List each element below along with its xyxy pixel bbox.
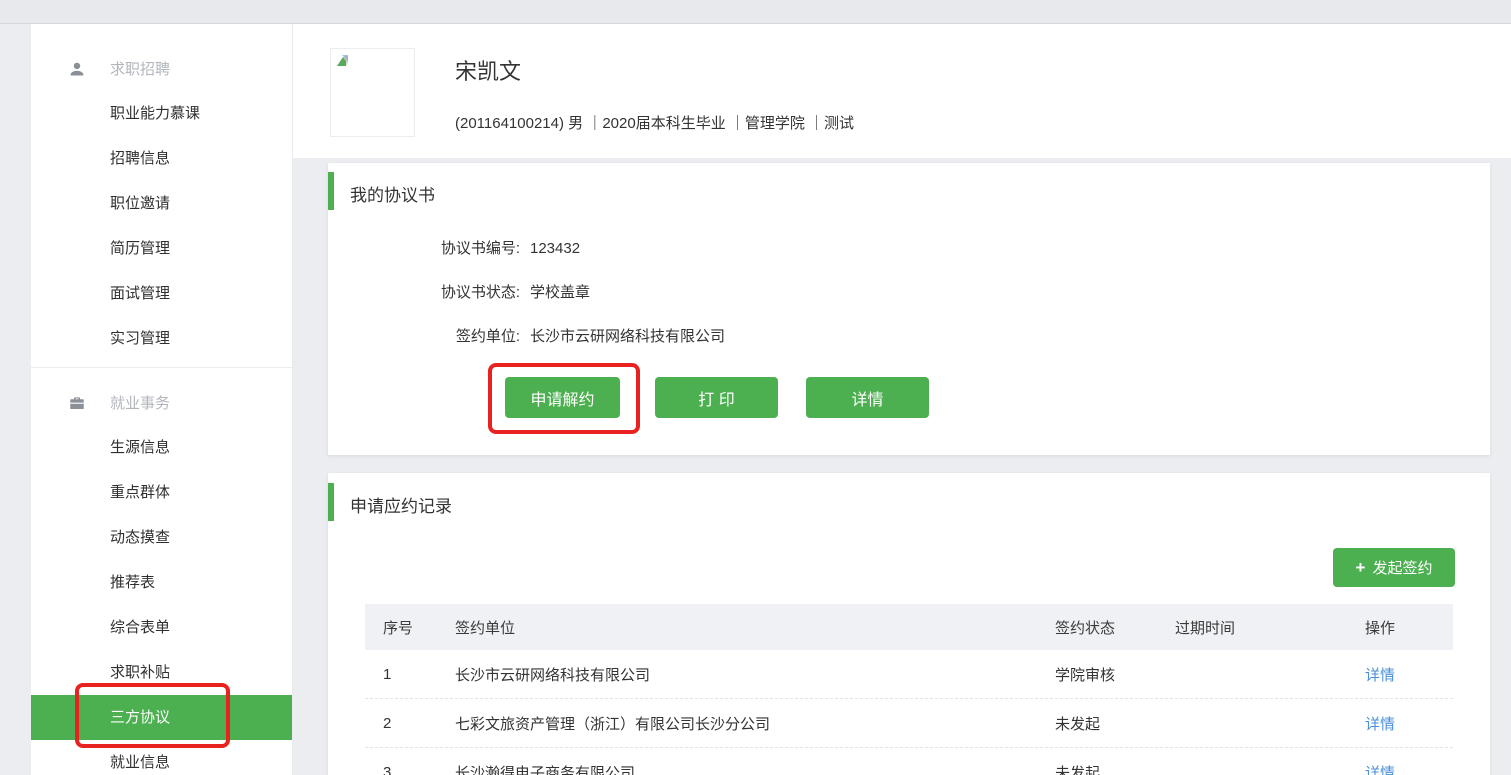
card-title: 申请应约记录 [350, 492, 452, 517]
card-accent-bar [328, 483, 334, 521]
sidebar-item-recruit-info[interactable]: 招聘信息 [31, 136, 292, 181]
sidebar-item-comprehensive-forms[interactable]: 综合表单 [31, 605, 292, 650]
sidebar-section-header: 就业事务 [31, 380, 292, 425]
my-agreement-card: 我的协议书 协议书编号: 123432 协议书状态: 学校盖章 签约单位: 长沙… [328, 163, 1490, 455]
sidebar-item-resume[interactable]: 简历管理 [31, 226, 292, 271]
avatar [330, 48, 415, 137]
header-company: 签约单位 [437, 617, 1040, 638]
header-status: 签约状态 [1040, 617, 1160, 638]
detail-button[interactable]: 详情 [806, 377, 929, 418]
table-row: 1 长沙市云研网络科技有限公司 学院审核 详情 [365, 650, 1453, 699]
field-agreement-status: 协议书状态: 学校盖章 [328, 283, 590, 303]
top-strip [0, 0, 1511, 24]
header-expire: 过期时间 [1160, 617, 1330, 638]
sidebar-item-employment-info[interactable]: 就业信息 [31, 740, 292, 775]
cell-company: 七彩文旅资产管理（浙江）有限公司长沙分公司 [437, 713, 1040, 734]
field-signed-company: 签约单位: 长沙市云研网络科技有限公司 [328, 327, 725, 347]
student-meta: (201164100214) 男 ｜2020届本科生毕业 ｜管理学院 ｜测试 [455, 112, 854, 133]
cell-status: 学院审核 [1040, 664, 1160, 685]
field-value: 123432 [530, 239, 580, 259]
sidebar-item-internship[interactable]: 实习管理 [31, 316, 292, 361]
field-label: 签约单位: [328, 327, 520, 347]
header-action: 操作 [1330, 617, 1453, 638]
table-row: 2 七彩文旅资产管理（浙江）有限公司长沙分公司 未发起 详情 [365, 699, 1453, 748]
application-records-card: 申请应约记录 + 发起签约 序号 签约单位 签约状态 过期时间 操作 1 长沙市… [328, 473, 1490, 775]
sidebar-item-dynamic-survey[interactable]: 动态摸查 [31, 515, 292, 560]
student-name: 宋凯文 [455, 54, 521, 86]
sidebar-item-tripartite-agreement[interactable]: 三方协议 [31, 695, 292, 740]
table-header-row: 序号 签约单位 签约状态 过期时间 操作 [365, 604, 1453, 650]
sidebar-section-employment-affairs: 就业事务 生源信息 重点群体 动态摸查 推荐表 综合表单 求职补贴 三方协议 就… [31, 367, 292, 775]
profile-header: 宋凯文 (201164100214) 男 ｜2020届本科生毕业 ｜管理学院 ｜… [293, 24, 1511, 158]
field-value: 学校盖章 [530, 283, 590, 303]
sidebar-item-job-invite[interactable]: 职位邀请 [31, 181, 292, 226]
sidebar-section-label: 就业事务 [110, 392, 170, 413]
table-row: 3 长沙瀚得电子商务有限公司 未发起 详情 [365, 748, 1453, 775]
sidebar-item-key-groups[interactable]: 重点群体 [31, 470, 292, 515]
sidebar-item-job-subsidy[interactable]: 求职补贴 [31, 650, 292, 695]
cell-status: 未发起 [1040, 713, 1160, 734]
cell-no: 3 [365, 764, 437, 775]
row-detail-link[interactable]: 详情 [1365, 765, 1395, 775]
sidebar-item-source-info[interactable]: 生源信息 [31, 425, 292, 470]
page: 求职招聘 职业能力慕课 招聘信息 职位邀请 简历管理 面试管理 实习管理 就业事… [0, 0, 1511, 775]
cell-no: 2 [365, 715, 437, 732]
cell-company: 长沙市云研网络科技有限公司 [437, 664, 1040, 685]
print-button[interactable]: 打 印 [655, 377, 778, 418]
cell-status: 未发起 [1040, 762, 1160, 775]
field-value: 长沙市云研网络科技有限公司 [530, 327, 725, 347]
field-label: 协议书编号: [328, 239, 520, 259]
row-detail-link[interactable]: 详情 [1365, 667, 1395, 684]
briefcase-icon [68, 394, 86, 412]
sidebar: 求职招聘 职业能力慕课 招聘信息 职位邀请 简历管理 面试管理 实习管理 就业事… [31, 24, 293, 775]
start-sign-label: 发起签约 [1372, 557, 1432, 578]
sidebar-item-recommendation[interactable]: 推荐表 [31, 560, 292, 605]
cell-no: 1 [365, 666, 437, 683]
agreement-records-table: 序号 签约单位 签约状态 过期时间 操作 1 长沙市云研网络科技有限公司 学院审… [365, 604, 1453, 775]
card-accent-bar [328, 172, 334, 210]
user-icon [68, 60, 86, 78]
apply-release-button[interactable]: 申请解约 [505, 377, 620, 418]
header-no: 序号 [365, 617, 437, 638]
sidebar-item-mooc[interactable]: 职业能力慕课 [31, 91, 292, 136]
sidebar-section-job-seeking: 求职招聘 职业能力慕课 招聘信息 职位邀请 简历管理 面试管理 实习管理 [31, 24, 292, 361]
sidebar-section-header: 求职招聘 [31, 46, 292, 91]
field-label: 协议书状态: [328, 283, 520, 303]
field-agreement-number: 协议书编号: 123432 [328, 239, 580, 259]
row-detail-link[interactable]: 详情 [1365, 716, 1395, 733]
start-sign-button[interactable]: + 发起签约 [1333, 548, 1455, 587]
plus-icon: + [1356, 559, 1366, 576]
card-title: 我的协议书 [350, 181, 435, 206]
broken-image-icon [335, 53, 355, 71]
sidebar-section-label: 求职招聘 [110, 58, 170, 79]
sidebar-item-interview[interactable]: 面试管理 [31, 271, 292, 316]
cell-company: 长沙瀚得电子商务有限公司 [437, 762, 1040, 775]
